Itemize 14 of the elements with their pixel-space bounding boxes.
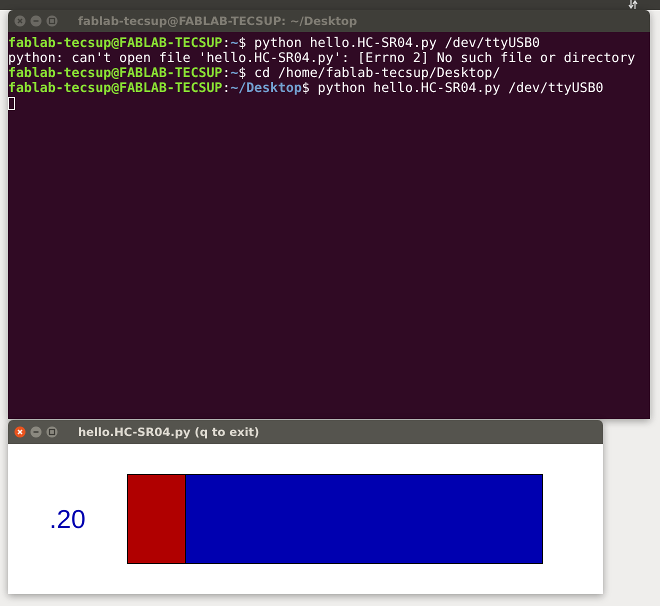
arrows-icon[interactable] (628, 0, 638, 9)
terminal-line: fablab-tecsup@FABLAB-TECSUP:~$ python hello.HC-SR04.py /dev/ttyUSB0 (8, 36, 540, 51)
terminal-line: fablab-tecsup@FABLAB-TECSUP:~/Desktop$ python hello.HC-SR04.py /dev/ttyUSB0 (8, 81, 604, 96)
text-cursor (8, 97, 15, 110)
distance-reading: .20 (48, 504, 87, 534)
window-title: hello.HC-SR04.py (q to exit) (78, 425, 260, 439)
window-title: fablab-tecsup@FABLAB-TECSUP: ~/Desktop (78, 14, 358, 28)
close-icon[interactable] (14, 426, 26, 438)
terminal-line: fablab-tecsup@FABLAB-TECSUP:~$ cd /home/fablab-tecsup/Desktop/ (8, 66, 500, 81)
maximize-icon[interactable] (46, 426, 58, 438)
minimize-icon[interactable] (30, 15, 42, 27)
terminal-line: python: can't open file 'hello.HC-SR04.py': [Errno 2] No such file or directory (8, 51, 636, 66)
minimize-icon[interactable] (30, 426, 42, 438)
maximize-icon[interactable] (46, 15, 58, 27)
